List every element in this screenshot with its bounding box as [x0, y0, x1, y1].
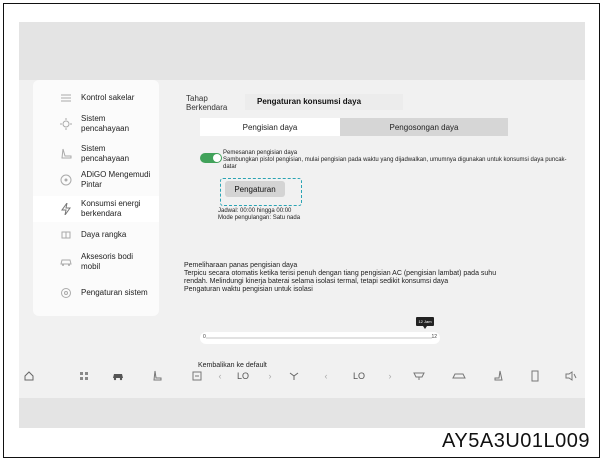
temp-right-value: LO [352, 371, 365, 381]
fan-icon[interactable] [286, 369, 302, 383]
sidebar-item-pengaturan-sistem[interactable]: Pengaturan sistem [33, 284, 159, 302]
phone-icon[interactable] [527, 369, 543, 383]
home-icon[interactable] [21, 369, 37, 383]
sidebar-item-label: Konsumsi energi berkendara [81, 199, 141, 218]
repeat-mode: Mode pengulangan: Satu nada [218, 215, 301, 221]
sidebar-item-label: Daya rangka [81, 230, 127, 239]
sidebar-item-label: Kontrol sakelar [81, 93, 135, 102]
apps-icon[interactable] [76, 369, 92, 383]
seat-icon[interactable] [491, 369, 507, 383]
switch-icon [59, 91, 73, 105]
breadcrumb[interactable]: Tahap Berkendara [186, 94, 246, 112]
fan-mode-icon[interactable] [189, 369, 205, 383]
front-defrost-icon[interactable] [411, 369, 427, 383]
schedule-time: Jadwal: 00:00 hingga 00:00 [218, 208, 292, 214]
schedule-toggle[interactable] [200, 153, 222, 163]
sidebar-item-label: Pengaturan sistem [81, 288, 148, 297]
thermal-maintenance-section: Pemeliharaan panas pengisian daya Terpic… [184, 262, 570, 302]
sidebar-item-label: Sistem pencahayaan [81, 144, 130, 163]
maintenance-title: Pemeliharaan panas pengisian daya [184, 262, 298, 269]
page-title: Pengaturan konsumsi daya [257, 97, 362, 106]
chevron-left-icon[interactable]: ‹ [215, 369, 225, 383]
charging-tabs: Pengisian daya Pengosongan daya [200, 118, 508, 136]
chevron-right-icon[interactable]: › [385, 369, 395, 383]
chevron-left-icon[interactable]: ‹ [321, 369, 331, 383]
volume-icon[interactable] [563, 369, 579, 383]
sidebar-item-aksesoris[interactable]: Aksesoris bodi mobil [33, 250, 159, 274]
temp-left-value: LO [236, 371, 249, 381]
schedule-description: Sambungkan pistol pengisian, mulai pengi… [223, 157, 567, 170]
tab-pengosongan-daya[interactable]: Pengosongan daya [340, 118, 508, 136]
sidebar-item-label: Aksesoris bodi mobil [81, 252, 134, 271]
light-icon [59, 117, 73, 131]
schedule-title: Pemesanan pengisian daya [223, 150, 298, 156]
tab-pengisian-daya[interactable]: Pengisian daya [200, 118, 340, 136]
slider-min-label: 0 [203, 334, 206, 340]
recirculation-icon[interactable] [450, 369, 468, 383]
chevron-right-icon[interactable]: › [265, 369, 275, 383]
settings-sidebar: Kontrol sakelar Sistem pencahayaan Siste… [33, 80, 159, 316]
bottom-status-area [19, 398, 585, 428]
sidebar-item-kontrol-sakelar[interactable]: Kontrol sakelar [33, 88, 159, 108]
maintenance-line2: rendah. Melindungi kinerja baterai selam… [184, 278, 449, 285]
seat-icon [59, 147, 73, 161]
slider-tooltip: 12 Jam [416, 317, 434, 329]
reset-default-link[interactable]: Kembalikan ke default [198, 362, 267, 369]
maintenance-line1: Terpicu secara otomatis ketika terisi pe… [184, 270, 497, 277]
adigo-icon [59, 173, 73, 187]
system-settings-icon [59, 286, 73, 300]
car-body-icon [59, 255, 73, 269]
seat-heat-icon[interactable] [149, 369, 165, 383]
car-icon[interactable] [110, 369, 126, 383]
settings-button[interactable]: Pengaturan [225, 181, 285, 197]
settings-screen: Kontrol sakelar Sistem pencahayaan Siste… [19, 80, 585, 398]
slider-max-label: 12 [431, 334, 437, 340]
sidebar-item-sistem-pencahayaan-2[interactable]: Sistem pencahayaan [33, 142, 159, 166]
sidebar-item-konsumsi-energi[interactable]: Konsumsi energi berkendara [33, 196, 159, 222]
sidebar-item-sistem-pencahayaan[interactable]: Sistem pencahayaan [33, 112, 159, 136]
schedule-info: Jadwal: 00:00 hingga 00:00 Mode pengulan… [218, 208, 300, 222]
sidebar-item-adigo[interactable]: ADiGO Mengemudi Pintar [33, 168, 159, 192]
isolation-time-slider[interactable]: 0 12 [200, 332, 440, 344]
sidebar-item-label: ADiGO Mengemudi Pintar [81, 170, 151, 189]
top-status-area [19, 22, 585, 80]
slider-track [206, 337, 432, 339]
energy-icon [59, 202, 73, 216]
sidebar-item-daya-rangka[interactable]: Daya rangka [33, 226, 159, 244]
sidebar-item-label: Sistem pencahayaan [81, 114, 130, 133]
chassis-icon [59, 228, 73, 242]
maintenance-line3: Pengaturan waktu pengisian untuk isolasi [184, 286, 313, 293]
figure-caption: AY5A3U01L009 [442, 430, 590, 452]
